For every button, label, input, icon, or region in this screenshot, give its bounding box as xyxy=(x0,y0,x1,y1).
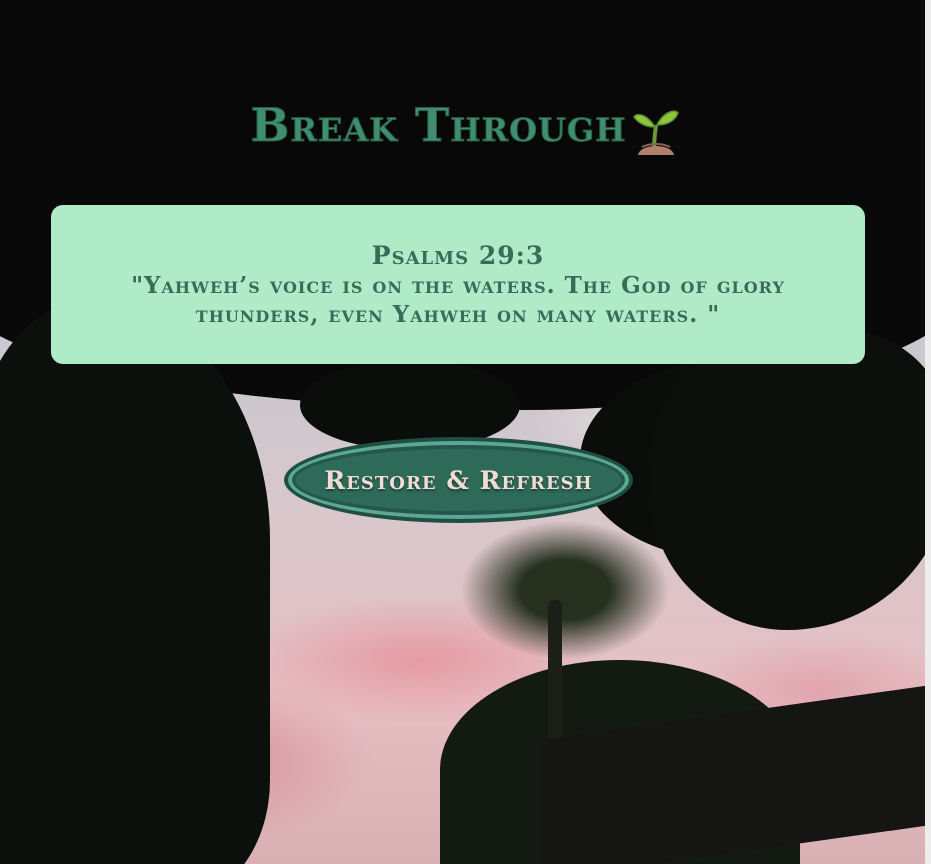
restore-refresh-label: Restore & Refresh xyxy=(324,465,593,495)
app-page: Break Through Psalms 29:3 "Yahweh’s voic… xyxy=(0,0,931,864)
verse-reference: Psalms 29:3 xyxy=(371,241,545,270)
app-title-text: Break Through xyxy=(250,98,627,153)
palm-crown xyxy=(460,520,670,660)
app-title: Break Through xyxy=(0,98,931,155)
restore-refresh-button[interactable]: Restore & Refresh xyxy=(284,437,633,523)
right-tree xyxy=(651,330,931,630)
leaf-cluster-center xyxy=(300,360,520,450)
verse-card: Psalms 29:3 "Yahweh’s voice is on the wa… xyxy=(51,205,865,364)
verse-text: "Yahweh’s voice is on the waters. The Go… xyxy=(131,272,785,328)
seedling-icon xyxy=(632,103,680,155)
